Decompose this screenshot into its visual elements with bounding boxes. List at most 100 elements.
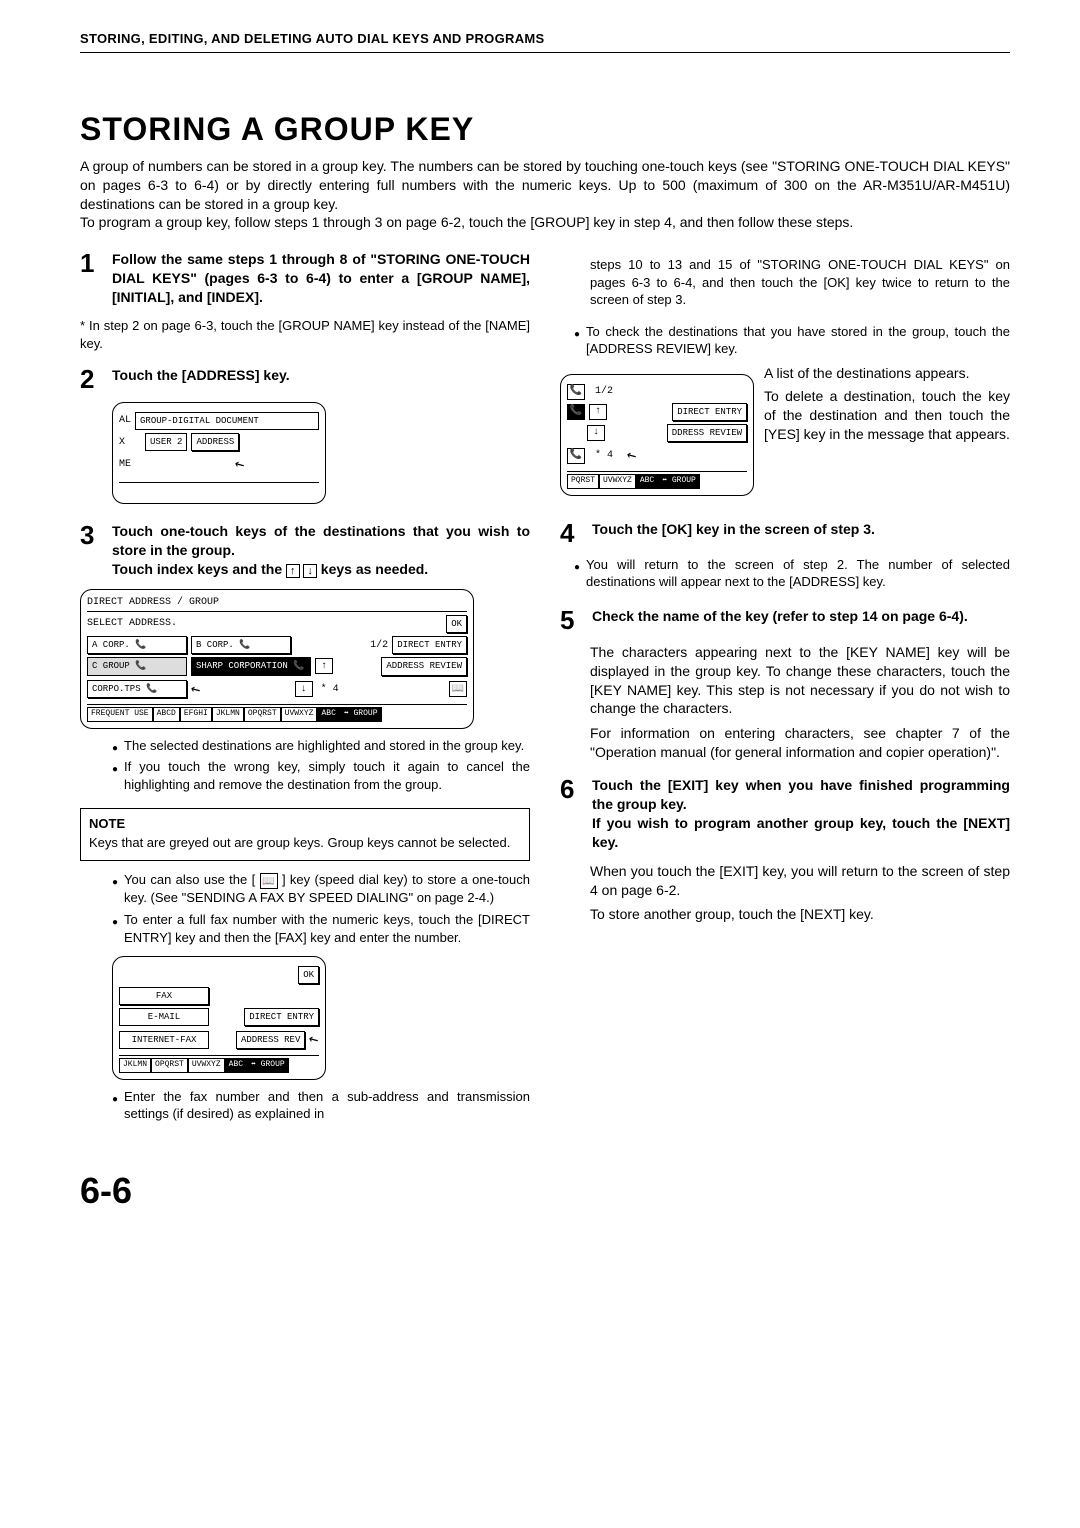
- step-4-head: Touch the [OK] key in the screen of step…: [592, 520, 875, 546]
- step-3-head: Touch one-touch keys of the destinations…: [112, 522, 530, 579]
- tab-active: ABC: [636, 474, 658, 489]
- down-arrow-icon: ↓: [303, 564, 317, 578]
- tab: JKLMN: [119, 1058, 151, 1073]
- bullet-text: You will return to the screen of step 2.…: [586, 556, 1010, 591]
- fig-label: * 4: [321, 683, 339, 697]
- bullet-text: You can also use the [ 📖 ] key (speed di…: [124, 871, 530, 907]
- tab: JKLMN: [212, 707, 244, 722]
- note-body: Keys that are greyed out are group keys.…: [89, 834, 521, 852]
- figure-address-review: 📞 1/2 📞 ↑ DIRECT ENTRY ↓ DDRESS REVIEW 📞…: [560, 374, 754, 496]
- tab-active: ABC: [225, 1058, 247, 1073]
- bullet-icon: [112, 1088, 118, 1123]
- tab: OPQRST: [151, 1058, 188, 1073]
- page-title: STORING A GROUP KEY: [80, 108, 1010, 151]
- continued-text: steps 10 to 13 and 15 of "STORING ONE-TO…: [590, 256, 1010, 309]
- step-6-head: Touch the [EXIT] key when you have finis…: [592, 776, 1010, 852]
- right-column: steps 10 to 13 and 15 of "STORING ONE-TO…: [560, 250, 1010, 1127]
- fig-button: A CORP. 📞: [87, 636, 187, 654]
- down-arrow-icon: ↓: [295, 681, 313, 697]
- step-number: 6: [560, 776, 582, 852]
- step-1-head: Follow the same steps 1 through 8 of "ST…: [112, 250, 530, 307]
- tab: FREQUENT USE: [87, 707, 153, 722]
- step-4: 4 Touch the [OK] key in the screen of st…: [560, 520, 1010, 546]
- address-review-button: DDRESS REVIEW: [667, 424, 747, 442]
- speed-dial-icon: 📖: [449, 681, 467, 697]
- step-1: 1 Follow the same steps 1 through 8 of "…: [80, 250, 530, 307]
- step-1-note: * In step 2 on page 6-3, touch the [GROU…: [80, 317, 530, 352]
- fig-subtitle: SELECT ADDRESS.: [87, 617, 177, 631]
- step-6: 6 Touch the [EXIT] key when you have fin…: [560, 776, 1010, 852]
- step-number: 4: [560, 520, 582, 546]
- fig-label: X: [119, 436, 125, 450]
- tab-group: ⬌ GROUP: [658, 474, 700, 489]
- cursor-icon: ↖: [622, 444, 641, 468]
- step-3: 3 Touch one-touch keys of the destinatio…: [80, 522, 530, 579]
- bullet-text: If you touch the wrong key, simply touch…: [124, 758, 530, 793]
- tab: UVWXYZ: [599, 474, 636, 489]
- intro-paragraph: A group of numbers can be stored in a gr…: [80, 157, 1010, 233]
- email-button: E-MAIL: [119, 1008, 209, 1026]
- cursor-icon: ↖: [305, 1029, 324, 1053]
- bullet-icon: [574, 323, 580, 358]
- fig-button: GROUP-DIGITAL DOCUMENT: [135, 412, 319, 430]
- step-6-para: When you touch the [EXIT] key, you will …: [590, 862, 1010, 900]
- cursor-icon: ↖: [186, 678, 205, 702]
- direct-entry-button: DIRECT ENTRY: [672, 403, 747, 421]
- step-2: 2 Touch the [ADDRESS] key.: [80, 366, 530, 392]
- direct-entry-button: DIRECT ENTRY: [244, 1008, 319, 1026]
- tab: UVWXYZ: [281, 707, 318, 722]
- bullet-text: To enter a full fax number with the nume…: [124, 911, 530, 946]
- bullet-text: To check the destinations that you have …: [586, 323, 1010, 358]
- tab: OPQRST: [244, 707, 281, 722]
- ok-button: OK: [298, 966, 319, 984]
- figure-step2: AL GROUP-DIGITAL DOCUMENT X USER 2 ADDRE…: [112, 402, 326, 504]
- ok-button: OK: [446, 615, 467, 633]
- page-indicator: 1/2: [595, 385, 613, 399]
- step-number: 1: [80, 250, 102, 307]
- fig-button: ADDRESS: [191, 433, 239, 451]
- address-review-button: ADDRESS REV: [236, 1031, 305, 1049]
- tab: ABCD: [153, 707, 180, 722]
- step-5-para2: For information on entering characters, …: [590, 724, 1010, 762]
- phone-icon: 📞: [567, 384, 585, 400]
- step-number: 3: [80, 522, 102, 579]
- up-arrow-icon: ↑: [286, 564, 300, 578]
- left-column: 1 Follow the same steps 1 through 8 of "…: [80, 250, 530, 1127]
- fig-label: * 4: [595, 449, 613, 463]
- fig-label: AL: [119, 414, 131, 428]
- step-2-head: Touch the [ADDRESS] key.: [112, 366, 290, 392]
- step-5-head: Check the name of the key (refer to step…: [592, 607, 968, 633]
- fig-button: CORPO.TPS 📞: [87, 680, 187, 698]
- direct-entry-button: DIRECT ENTRY: [392, 636, 467, 654]
- step-number: 2: [80, 366, 102, 392]
- phone-icon: 📞: [567, 448, 585, 464]
- figure-step3: DIRECT ADDRESS / GROUP SELECT ADDRESS. O…: [80, 589, 474, 729]
- cursor-icon: ↖: [230, 453, 249, 477]
- ifax-button: INTERNET-FAX: [119, 1031, 209, 1049]
- page-indicator: 1/2: [370, 639, 388, 653]
- bullet-text: Enter the fax number and then a sub-addr…: [124, 1088, 530, 1123]
- tab: PQRST: [567, 474, 599, 489]
- note-title: NOTE: [89, 815, 521, 833]
- fig-label: ME: [119, 458, 131, 472]
- speed-dial-icon: 📖: [260, 873, 278, 889]
- fax-button: FAX: [119, 987, 209, 1005]
- fig-button: B CORP. 📞: [191, 636, 291, 654]
- fig-title: DIRECT ADDRESS / GROUP: [87, 596, 467, 613]
- bullet-icon: [112, 911, 118, 946]
- figure-fax-entry: OK FAX E-MAIL DIRECT ENTRY INTERNET-FAX …: [112, 956, 326, 1080]
- bullet-icon: [112, 737, 118, 755]
- tab: EFGHI: [180, 707, 212, 722]
- note-box: NOTE Keys that are greyed out are group …: [80, 808, 530, 861]
- step-6-para2: To store another group, touch the [NEXT]…: [590, 905, 1010, 924]
- section-header: STORING, EDITING, AND DELETING AUTO DIAL…: [80, 30, 1010, 53]
- tab-group: ⬌ GROUP: [340, 707, 382, 722]
- step-5-para: The characters appearing next to the [KE…: [590, 643, 1010, 719]
- fig-button: C GROUP 📞: [87, 657, 187, 675]
- step-number: 5: [560, 607, 582, 633]
- tab-active: ABC: [317, 707, 339, 722]
- fig-button: USER 2: [145, 433, 187, 451]
- bullet-text: The selected destinations are highlighte…: [124, 737, 524, 755]
- address-review-button: ADDRESS REVIEW: [381, 657, 467, 675]
- up-arrow-icon: ↑: [315, 658, 333, 674]
